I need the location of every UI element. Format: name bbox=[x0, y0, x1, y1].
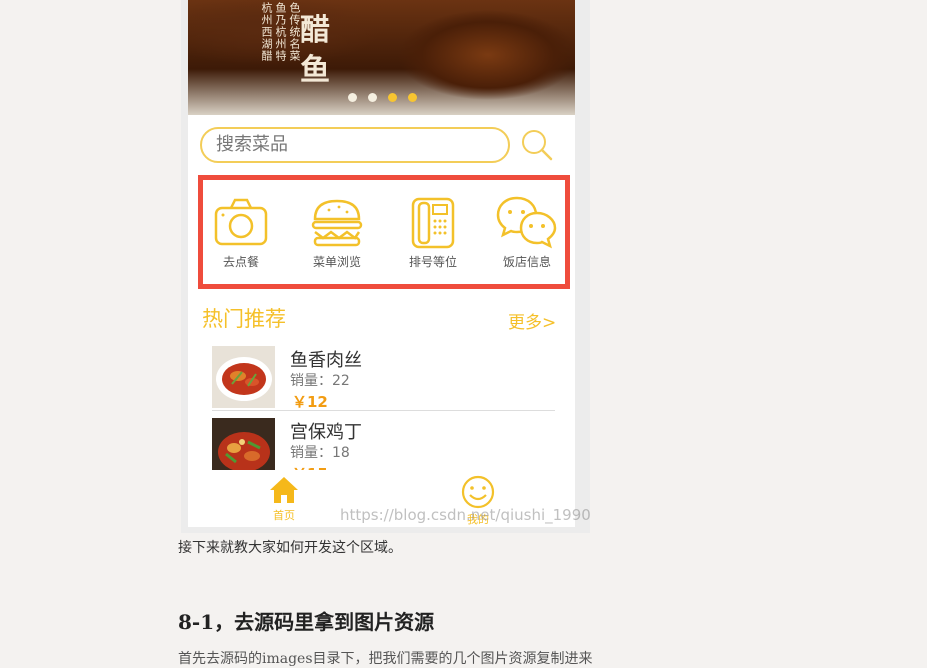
banner-poem-line: 色传统名菜 bbox=[288, 2, 301, 62]
watermark: https://blog.csdn.net/qiushi_1990 bbox=[340, 506, 591, 524]
article-paragraph: 接下来就教大家如何开发这个区域。 bbox=[178, 540, 402, 556]
banner-title-char-1: 醋 bbox=[300, 13, 330, 48]
carousel-dot[interactable] bbox=[348, 93, 357, 102]
smiley-icon bbox=[461, 475, 495, 509]
carousel-dots[interactable] bbox=[348, 93, 417, 102]
article-paragraph-2: 首先去源码的images目录下，把我们需要的几个图片资源复制进来 bbox=[178, 651, 593, 667]
dish-name: 鱼香肉丝 bbox=[290, 350, 362, 371]
dish-price: ￥12 bbox=[292, 393, 328, 411]
carousel-dot[interactable] bbox=[388, 93, 397, 102]
dish-item[interactable]: 鱼香肉丝 销量：22 ￥12 bbox=[212, 346, 552, 411]
tab-home[interactable]: 首页 bbox=[254, 475, 314, 523]
divider bbox=[212, 410, 555, 411]
carousel-dot[interactable] bbox=[408, 93, 417, 102]
highlight-box bbox=[198, 175, 570, 289]
more-link[interactable]: 更多> bbox=[508, 308, 556, 333]
dish-sales: 销量：22 bbox=[290, 373, 350, 389]
tab-label: 首页 bbox=[273, 509, 295, 522]
dish-image bbox=[212, 346, 275, 408]
carousel-dot[interactable] bbox=[368, 93, 377, 102]
dish-name: 宫保鸡丁 bbox=[290, 422, 362, 443]
search-input[interactable]: 搜索菜品 bbox=[200, 127, 510, 163]
dish-sales: 销量：18 bbox=[290, 445, 350, 461]
banner-poem-line: 鱼乃杭州特 bbox=[274, 2, 287, 62]
article-heading: 8-1，去源码里拿到图片资源 bbox=[178, 610, 435, 634]
home-icon bbox=[270, 477, 298, 503]
banner-image[interactable]: 醋 鱼 杭州西湖醋 鱼乃杭州特 色传统名菜 bbox=[188, 0, 575, 115]
hot-section-title: 热门推荐 bbox=[202, 307, 286, 331]
banner-title-char-2: 鱼 bbox=[300, 53, 330, 88]
search-icon[interactable] bbox=[520, 128, 554, 162]
banner-poem-line: 杭州西湖醋 bbox=[260, 2, 273, 62]
